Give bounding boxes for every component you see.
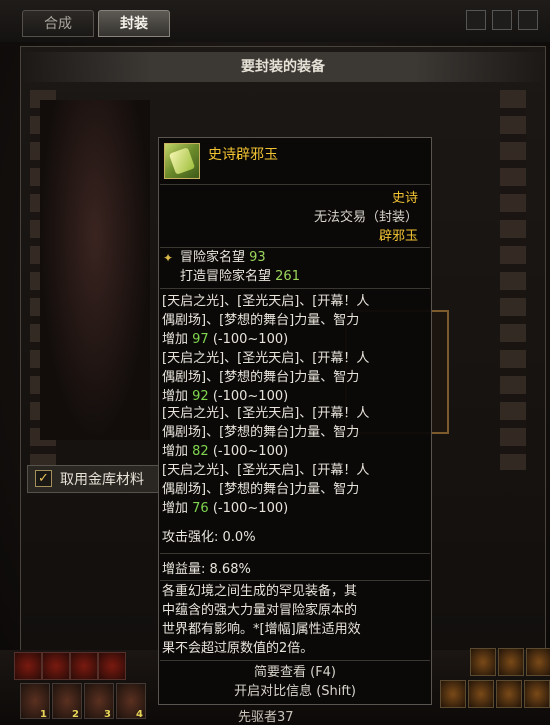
skill-icon[interactable]	[526, 648, 550, 676]
attack-boost: 攻击强化: 0.0%	[162, 530, 256, 545]
forge-reputation-line: 打造冒险家名望 261	[180, 269, 300, 284]
item-type: 辟邪玉	[378, 229, 418, 244]
divider	[160, 660, 430, 661]
divider	[160, 184, 430, 185]
vault-material-label: 取用金库材料	[60, 472, 144, 488]
option-block: [天启之光]、[圣光天启]、[开幕！人 偶剧场]、[梦想的舞台]力量、智力 增加…	[162, 406, 370, 459]
tab-seal[interactable]: 封装	[98, 10, 170, 37]
chain-decoration-right	[500, 90, 526, 470]
item-name: 史诗辟邪玉	[208, 147, 278, 163]
item-description: 各重幻境之间生成的罕见装备，其 中蕴含的强大力量对冒险家原本的 世界都有影响。*…	[162, 584, 361, 656]
character-name: 先驱者37	[238, 710, 294, 725]
quickslot-icon[interactable]	[14, 652, 42, 680]
skill-icon[interactable]	[498, 648, 524, 676]
quickslot-icon[interactable]	[42, 652, 70, 680]
vault-material-checkbox[interactable]: ✓	[35, 470, 52, 487]
divider	[160, 580, 430, 581]
skill-icon[interactable]	[524, 680, 550, 708]
potion-slot-1[interactable]: 1	[20, 683, 50, 720]
potion-slot-3[interactable]: 3	[84, 683, 114, 720]
jade-amulet-icon	[164, 143, 200, 179]
maximize-icon[interactable]	[492, 10, 512, 30]
window-controls	[458, 4, 544, 36]
item-rarity: 史诗	[391, 191, 418, 206]
equipment-slot-area	[40, 100, 150, 440]
option-block: [天启之光]、[圣光天启]、[开幕！人 偶剧场]、[梦想的舞台]力量、智力 增加…	[162, 463, 370, 516]
divider	[160, 288, 430, 289]
potion-slot-2[interactable]: 2	[52, 683, 82, 720]
panel-title: 要封装的装备	[20, 52, 546, 82]
skill-icon[interactable]	[470, 648, 496, 676]
potion-slot-4[interactable]: 4	[116, 683, 146, 720]
reputation-icon: ✦	[163, 251, 174, 265]
reputation-line: 冒险家名望 93	[180, 250, 266, 265]
divider	[160, 553, 430, 554]
option-block: [天启之光]、[圣光天启]、[开幕！人 偶剧场]、[梦想的舞台]力量、智力 增加…	[162, 351, 370, 404]
close-icon[interactable]	[518, 10, 538, 30]
skill-icon[interactable]	[468, 680, 494, 708]
minimize-icon[interactable]	[466, 10, 486, 30]
tab-synthesis[interactable]: 合成	[22, 10, 94, 37]
quickslot-icon[interactable]	[98, 652, 126, 680]
buff-gain: 增益量: 8.68%	[162, 562, 251, 577]
skill-icon[interactable]	[440, 680, 466, 708]
trade-status: 无法交易（封装）	[313, 210, 418, 225]
compare-info-hint: 开启对比信息 (Shift)	[234, 684, 356, 699]
option-block: [天启之光]、[圣光天启]、[开幕！人 偶剧场]、[梦想的舞台]力量、智力 增加…	[162, 294, 370, 347]
quickslot-icon[interactable]	[70, 652, 98, 680]
brief-view-hint: 简要查看 (F4)	[253, 665, 337, 680]
skill-icon[interactable]	[496, 680, 522, 708]
